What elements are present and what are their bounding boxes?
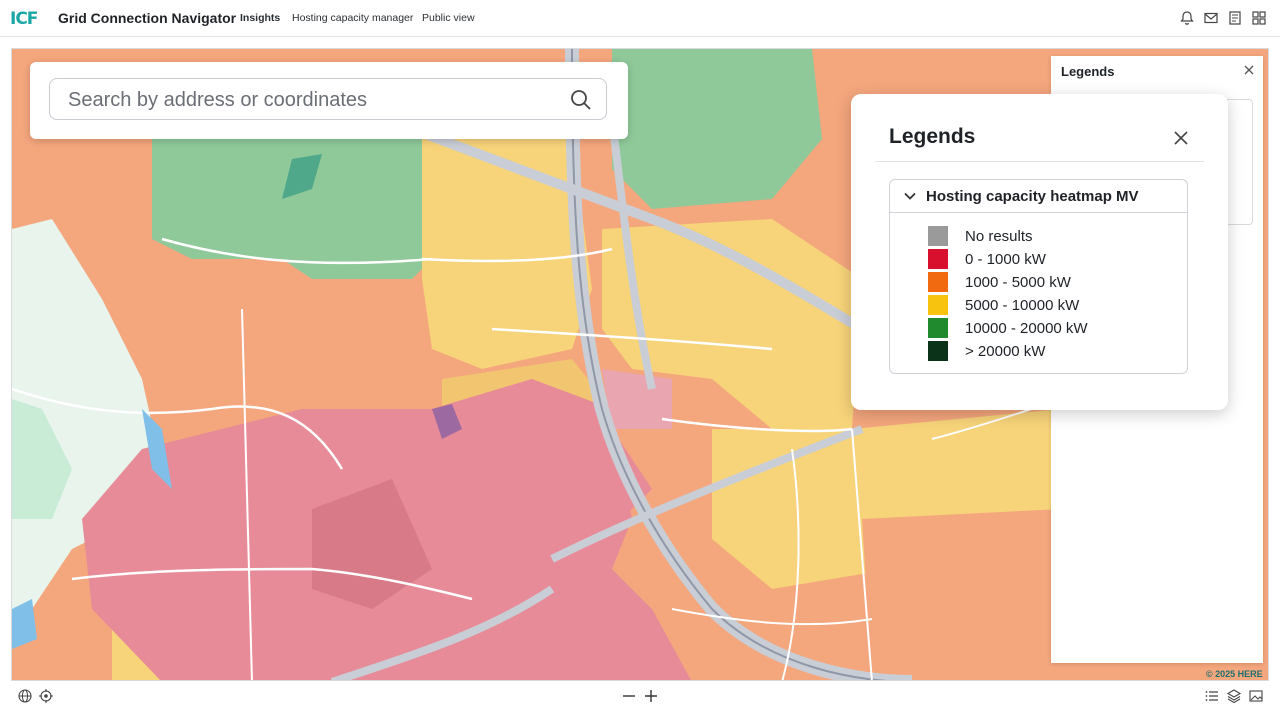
legend-swatch (928, 341, 948, 361)
search-box[interactable] (49, 78, 607, 120)
app-title: Grid Connection Navigator (58, 10, 237, 26)
zoom-out-icon[interactable] (621, 688, 637, 704)
close-icon[interactable] (1243, 64, 1255, 76)
search-panel (30, 62, 628, 139)
globe-icon[interactable] (17, 688, 33, 704)
legend-item-label: 5000 - 10000 kW (965, 297, 1080, 314)
chevron-down-icon (904, 192, 916, 200)
legend-item-label: No results (965, 228, 1033, 245)
grid-apps-icon[interactable] (1251, 10, 1267, 26)
legend-swatch (928, 318, 948, 338)
legend-item: 5000 - 10000 kW (928, 295, 1178, 317)
search-input[interactable] (66, 87, 550, 113)
map-bottom-bar (11, 683, 1269, 709)
mail-icon[interactable] (1203, 10, 1219, 26)
search-icon[interactable] (570, 89, 592, 111)
nav-public-view[interactable]: Public view (422, 12, 475, 24)
legend-group-hosting-capacity: Hosting capacity heatmap MV No results 0… (889, 179, 1188, 374)
legend-item: No results (928, 226, 1178, 248)
legend-swatch (928, 295, 948, 315)
nav-insights[interactable]: Insights (240, 12, 280, 24)
legend-group-label: Hosting capacity heatmap MV (926, 188, 1139, 205)
legend-item: 0 - 1000 kW (928, 249, 1178, 271)
legend-group-toggle[interactable]: Hosting capacity heatmap MV (890, 180, 1187, 213)
locate-icon[interactable] (38, 688, 54, 704)
side-panel-title: Legends (1061, 64, 1115, 79)
document-icon[interactable] (1227, 10, 1243, 26)
list-icon[interactable] (1204, 688, 1220, 704)
legend-swatch (928, 249, 948, 269)
legend-item-label: 1000 - 5000 kW (965, 274, 1071, 291)
divider (875, 161, 1204, 162)
legends-modal-title: Legends (889, 125, 976, 148)
legends-modal: Legends Hosting capacity heatmap MV No r… (851, 94, 1228, 410)
bell-icon[interactable] (1179, 10, 1195, 26)
legend-swatch (928, 272, 948, 292)
legend-item: 1000 - 5000 kW (928, 272, 1178, 294)
legend-item: 10000 - 20000 kW (928, 318, 1178, 340)
legend-item-label: > 20000 kW (965, 343, 1046, 360)
legend-item-label: 10000 - 20000 kW (965, 320, 1088, 337)
legend-item: > 20000 kW (928, 341, 1178, 363)
image-icon[interactable] (1248, 688, 1264, 704)
top-bar: ICF Grid Connection Navigator Insights H… (0, 0, 1280, 37)
nav-hosting-capacity-manager[interactable]: Hosting capacity manager (292, 12, 413, 24)
logo[interactable]: ICF (10, 9, 38, 29)
zoom-in-icon[interactable] (643, 688, 659, 704)
legend-item-label: 0 - 1000 kW (965, 251, 1046, 268)
close-icon[interactable] (1171, 128, 1191, 148)
layers-icon[interactable] (1226, 688, 1242, 704)
map-attribution: © 2025 HERE (1206, 669, 1263, 679)
legend-swatch (928, 226, 948, 246)
